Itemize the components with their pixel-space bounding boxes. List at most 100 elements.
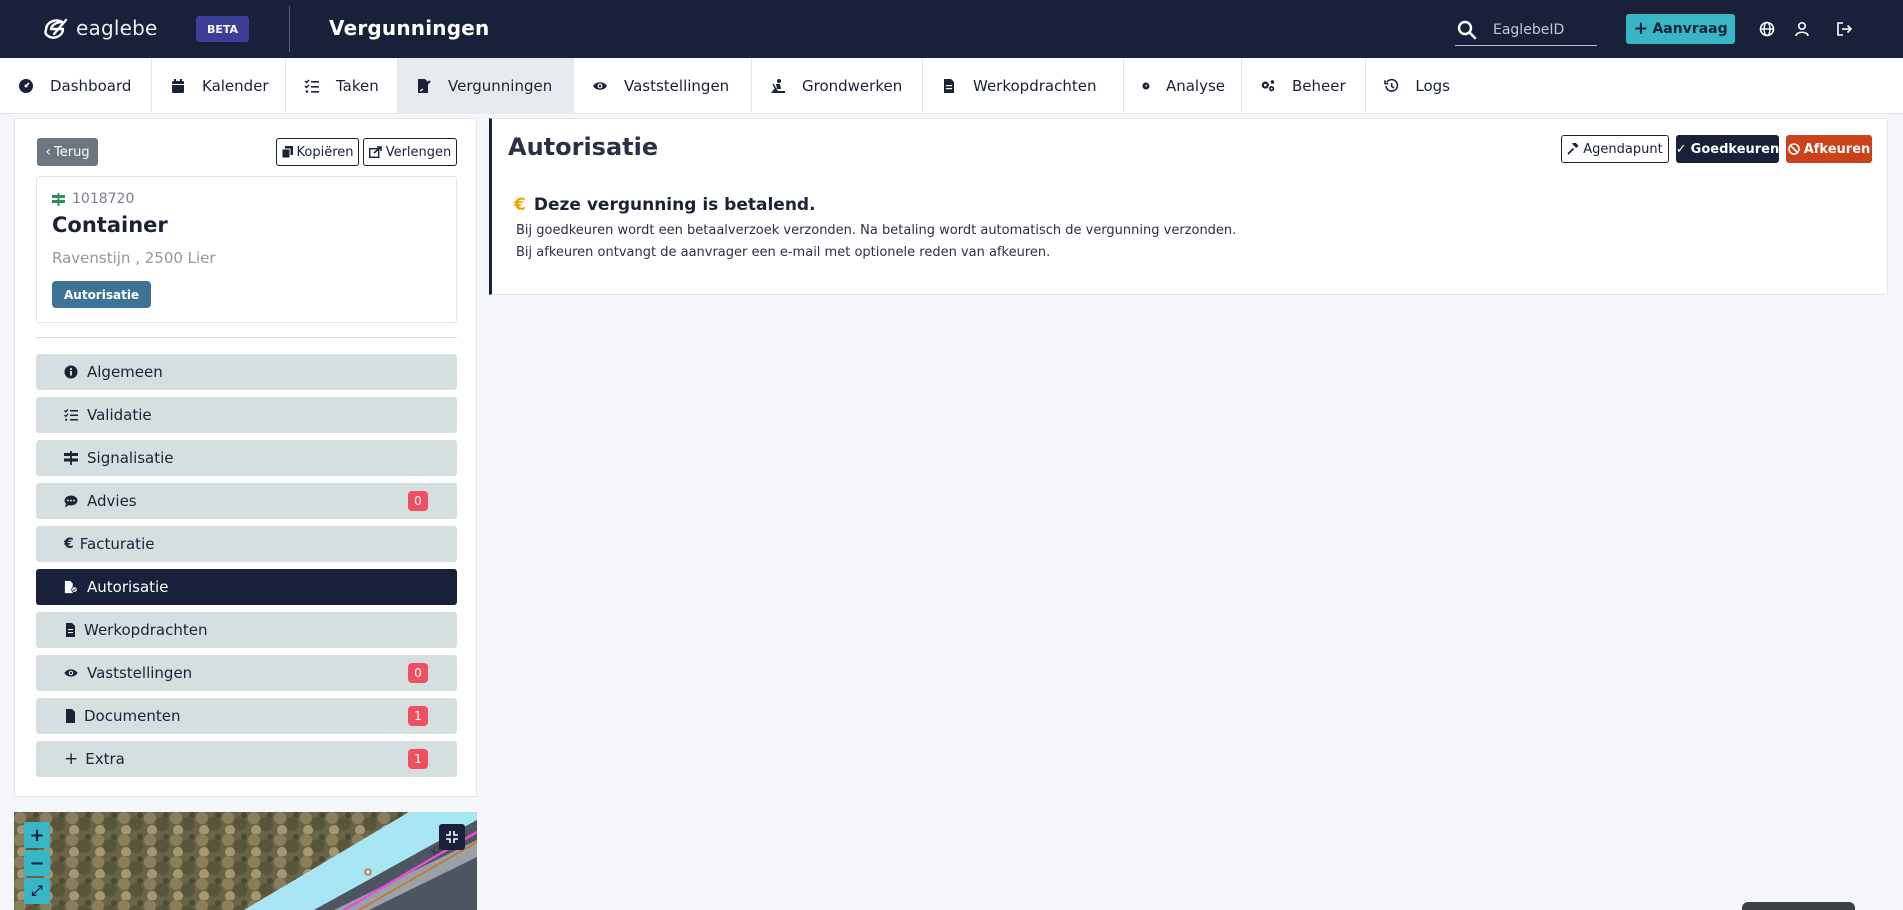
notice-title-text: Deze vergunning is betalend. [533, 195, 816, 215]
menu-label: Extra [85, 750, 125, 768]
nav-item-logs[interactable]: Logs [1366, 58, 1466, 114]
plus-icon: + [1633, 18, 1649, 39]
nav-item-werkopdrachten[interactable]: Werkopdrachten [923, 58, 1124, 114]
menu-item-signalisatie[interactable]: Signalisatie [36, 440, 457, 476]
agenda-item-button[interactable]: Agendapunt [1561, 135, 1669, 163]
beta-badge: BETA [196, 16, 249, 42]
back-button[interactable]: ‹ Terug [37, 138, 98, 166]
fullscreen-button[interactable]: ⤢ [24, 878, 50, 904]
calendar-icon [172, 79, 184, 93]
gauge-icon [19, 79, 33, 93]
permit-icon [418, 79, 431, 93]
nav-item-kalender[interactable]: Kalender [152, 58, 286, 114]
menu-label: Vaststellingen [87, 664, 193, 682]
euro-icon: € [514, 195, 526, 215]
zoom-out-button[interactable]: − [24, 850, 50, 876]
copy-label: Kopiëren [296, 144, 354, 160]
nav-label: Analyse [1165, 77, 1225, 95]
notice-line-reject: Bij afkeuren ontvangt de aanvrager een e… [516, 245, 1051, 260]
nav-item-grondwerken[interactable]: Grondwerken [752, 58, 923, 114]
search-icon[interactable] [1457, 20, 1477, 40]
zoom-in-button[interactable]: + [24, 822, 50, 848]
expand-arrows-icon: ⤢ [31, 883, 43, 899]
copy-button[interactable]: Kopiëren [276, 138, 359, 166]
permit-id: 1018720 [52, 191, 134, 207]
gavel-icon [1567, 143, 1579, 155]
search-input[interactable] [1493, 21, 1593, 38]
history-icon [1384, 78, 1399, 92]
approve-button[interactable]: ✓ Goedkeuren [1676, 135, 1779, 163]
menu-label: Validatie [87, 406, 152, 424]
menu-label: Facturatie [79, 535, 155, 553]
gears-icon [1261, 80, 1275, 92]
permit-id-value: 1018720 [72, 191, 135, 207]
ban-icon [1787, 143, 1800, 155]
approve-label: Goedkeuren [1690, 141, 1780, 157]
plus-icon: + [64, 748, 79, 769]
menu-item-validatie[interactable]: Validatie [36, 397, 457, 433]
nav-label: Vergunningen [448, 77, 553, 95]
share-icon [368, 146, 382, 158]
top-bar: eaglebe BETA Vergunningen + Aanvraag [0, 0, 1903, 58]
nav-item-analyse[interactable]: Analyse [1124, 58, 1242, 114]
nav-item-vergunningen[interactable]: Vergunningen [398, 58, 574, 114]
nav-item-beheer[interactable]: Beheer [1242, 58, 1366, 114]
extend-label: Verlengen [385, 144, 452, 160]
nav-item-vaststellingen[interactable]: Vaststellingen [574, 58, 752, 114]
globe-icon[interactable] [1756, 18, 1778, 40]
signpost-icon [52, 192, 65, 206]
permit-summary-card: 1018720 Container Ravenstijn , 2500 Lier… [36, 176, 457, 323]
reject-button[interactable]: Afkeuren [1786, 135, 1872, 163]
permit-address: Ravenstijn , 2500 Lier [52, 249, 216, 267]
checklist-icon [64, 409, 78, 421]
count-badge: 1 [408, 749, 428, 769]
eye-icon [593, 82, 607, 90]
permit-title: Container [52, 213, 168, 237]
menu-label: Signalisatie [87, 449, 174, 467]
document-icon [944, 79, 954, 93]
gauge-icon [1142, 82, 1150, 90]
new-request-label: Aanvraag [1652, 21, 1728, 37]
user-icon[interactable] [1791, 18, 1813, 40]
menu-item-extra[interactable]: + Extra 1 [36, 741, 457, 777]
menu-label: Documenten [84, 707, 181, 725]
document-icon [66, 623, 75, 637]
menu-item-facturatie[interactable]: € Facturatie [36, 526, 457, 562]
authorization-panel: Autorisatie Agendapunt ✓ Goedkeuren Afke… [489, 118, 1888, 295]
extend-button[interactable]: Verlengen [363, 138, 457, 166]
nav-label: Dashboard [50, 77, 132, 95]
menu-item-advies[interactable]: Advies 0 [36, 483, 457, 519]
chevron-left-icon: ‹ [45, 144, 52, 160]
menu-item-documenten[interactable]: Documenten 1 [36, 698, 457, 734]
info-icon [64, 365, 78, 379]
collapse-map-button[interactable] [439, 824, 465, 850]
count-badge: 0 [408, 491, 428, 511]
eaglebe-logo-icon [44, 18, 68, 39]
nav-label: Taken [336, 77, 379, 95]
location-map[interactable]: Ke + − ⤢ [14, 812, 477, 910]
menu-label: Autorisatie [87, 578, 169, 596]
logout-icon[interactable] [1833, 18, 1855, 40]
copy-icon [281, 146, 293, 158]
checklist-icon [304, 79, 319, 93]
nav-label: Vaststellingen [624, 77, 730, 95]
menu-item-autorisatie[interactable]: Autorisatie [36, 569, 457, 605]
menu-item-algemeen[interactable]: Algemeen [36, 354, 457, 390]
page-title: Autorisatie [508, 133, 659, 161]
logo-text: eaglebe [76, 16, 158, 40]
divider [36, 337, 457, 338]
nav-item-dashboard[interactable]: Dashboard [0, 58, 152, 114]
menu-item-werkopdrachten[interactable]: Werkopdrachten [36, 612, 457, 648]
floating-widget[interactable] [1742, 902, 1855, 910]
eye-icon [64, 669, 78, 677]
new-request-button[interactable]: + Aanvraag [1626, 14, 1735, 44]
logo[interactable]: eaglebe [42, 16, 158, 40]
euro-icon: € [64, 536, 74, 552]
back-label: Terug [54, 144, 90, 160]
nav-item-taken[interactable]: Taken [286, 58, 398, 114]
digging-icon [771, 79, 785, 93]
search-box [1455, 14, 1597, 46]
nav-label: Kalender [202, 77, 269, 95]
menu-label: Algemeen [87, 363, 163, 381]
menu-item-vaststellingen[interactable]: Vaststellingen 0 [36, 655, 457, 691]
